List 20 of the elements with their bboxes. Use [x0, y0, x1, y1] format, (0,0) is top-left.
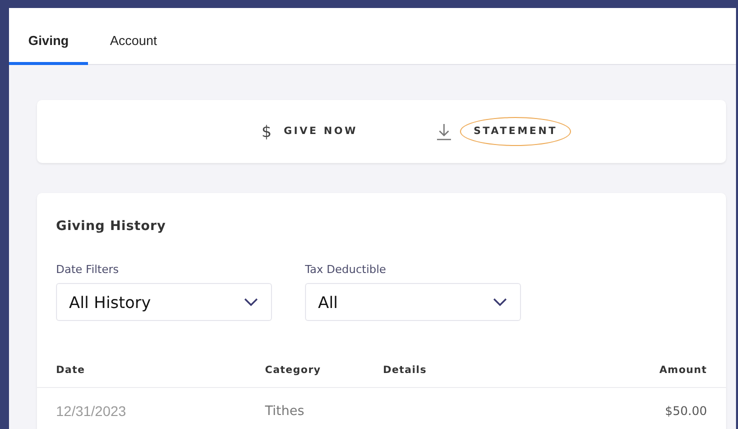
- column-header: Category: [265, 364, 321, 376]
- tab[interactable]: Giving: [9, 8, 88, 65]
- table-cell: $50.00: [665, 404, 707, 418]
- download-icon: [436, 122, 452, 140]
- field-label: Tax Deductible: [305, 263, 386, 276]
- column-header: Details: [383, 364, 427, 376]
- tab[interactable]: Account: [94, 8, 173, 65]
- section-title: Giving History: [56, 219, 166, 234]
- field-label: Date Filters: [56, 263, 119, 276]
- table-cell: Tithes: [265, 404, 304, 418]
- give-now-button[interactable]: $ GIVE NOW: [258, 118, 362, 145]
- dollar-icon: $: [262, 122, 272, 141]
- chevron-down-icon: [244, 298, 258, 306]
- column-header: Amount: [659, 364, 707, 376]
- dropdown[interactable]: All History: [56, 283, 272, 321]
- table-cell: 12/31/2023: [56, 403, 126, 419]
- chevron-down-icon: [493, 298, 507, 306]
- column-header: Date: [56, 364, 86, 376]
- statement-button[interactable]: STATEMENT: [432, 113, 576, 150]
- dropdown[interactable]: All: [305, 283, 521, 321]
